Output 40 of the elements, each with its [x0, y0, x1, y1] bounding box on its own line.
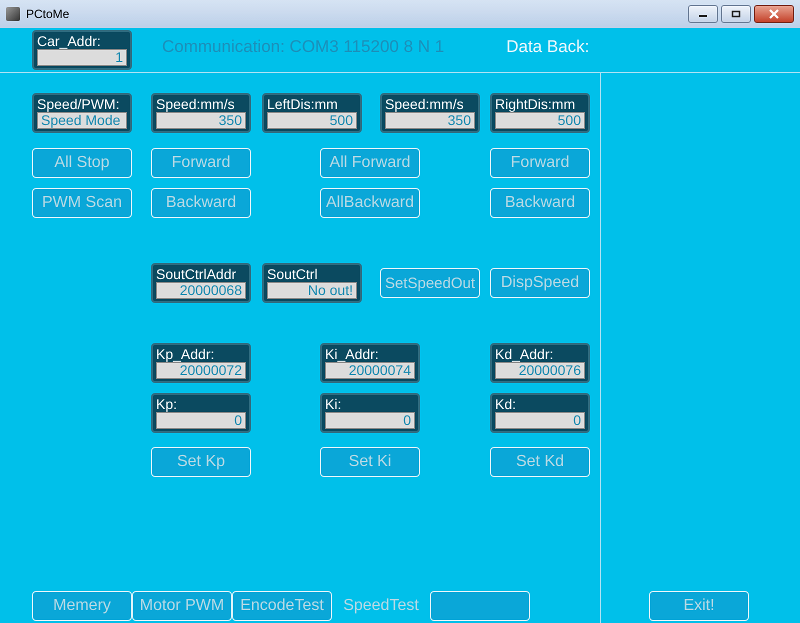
value-field[interactable]: RightDis:mm 500 [490, 93, 590, 133]
minimize-button[interactable] [688, 5, 718, 23]
value-field[interactable]: Kp: 0 [151, 393, 251, 433]
tab[interactable]: Memery [32, 591, 132, 621]
data-back-label: Data Back: [506, 37, 590, 57]
value-field[interactable]: LeftDis:mm 500 [262, 93, 362, 133]
close-icon [768, 9, 780, 19]
command-button[interactable]: Forward [151, 148, 251, 178]
value-field[interactable]: Ki_Addr: 20000074 [320, 343, 420, 383]
value-field[interactable]: Kd: 0 [490, 393, 590, 433]
value-field[interactable]: SoutCtrl No out! [262, 263, 362, 303]
command-button[interactable]: Set Kd [490, 447, 590, 477]
value-field[interactable]: Ki: 0 [320, 393, 420, 433]
value-field[interactable]: Speed/PWM: Speed Mode [32, 93, 132, 133]
tab[interactable]: EncodeTest [232, 591, 332, 621]
maximize-icon [731, 10, 741, 18]
command-button[interactable]: AllBackward [320, 188, 420, 218]
value-field[interactable]: Kd_Addr: 20000076 [490, 343, 590, 383]
command-button[interactable]: All Forward [320, 148, 420, 178]
command-button[interactable]: DispSpeed [490, 268, 590, 298]
value-field[interactable]: Kp_Addr: 20000072 [151, 343, 251, 383]
command-button[interactable]: All Stop [32, 148, 132, 178]
tab[interactable]: SpeedTest [332, 591, 430, 621]
command-button[interactable]: Forward [490, 148, 590, 178]
command-button[interactable]: Backward [490, 188, 590, 218]
close-button[interactable] [754, 5, 794, 23]
value-field[interactable]: Speed:mm/s 350 [380, 93, 480, 133]
window-title: PCtoMe [26, 7, 70, 21]
tab[interactable]: Motor PWM [132, 591, 232, 621]
command-button[interactable]: Set Kp [151, 447, 251, 477]
value-field[interactable]: Speed:mm/s 350 [151, 93, 251, 133]
command-button[interactable]: PWM Scan [32, 188, 132, 218]
command-button[interactable]: Set Ki [320, 447, 420, 477]
value-field[interactable]: SoutCtrlAddr 20000068 [151, 263, 251, 303]
command-button[interactable]: SetSpeedOut [380, 268, 480, 298]
command-button[interactable]: Backward [151, 188, 251, 218]
car-address-field[interactable]: Car_Addr: 1 [32, 30, 132, 70]
exit-button[interactable]: Exit! [649, 591, 749, 621]
app-icon [6, 7, 20, 21]
maximize-button[interactable] [721, 5, 751, 23]
